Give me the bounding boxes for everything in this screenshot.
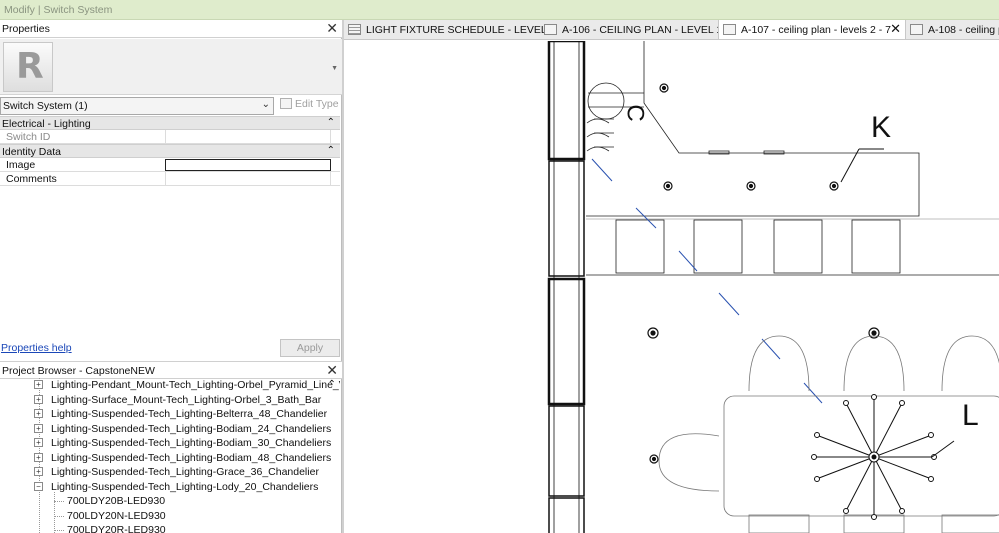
tree-item-label: Lighting-Suspended-Tech_Lighting-Bodiam_… [51,422,332,435]
expand-icon[interactable]: + [34,467,43,476]
property-row-image: Image [0,158,340,172]
project-browser-tree[interactable]: ⌃ + Lighting-Pendant_Mount-Tech_Lighting-… [0,378,340,533]
project-browser-title: Project Browser - CapstoneNEW [2,365,155,377]
view-tabbar: LIGHT FIXTURE SCHEDULE - LEVEL 1 A-106 -… [344,20,999,40]
group-electrical-lighting[interactable]: Electrical - Lighting ⌃ [0,116,340,130]
drawing-canvas[interactable]: C K L [344,41,999,533]
tree-connector [54,515,64,517]
switch-id-field[interactable] [165,130,331,144]
collapse-icon[interactable]: ⌃ [327,145,335,156]
edit-type-label: Edit Type [295,98,339,110]
left-dock: Properties ✕ R ▼ Switch System (1) ⌄ Edi… [0,20,342,533]
edit-type-icon [280,98,292,109]
property-row-switch-id: Switch ID [0,130,340,144]
tab-a107[interactable]: A-107 - ceiling plan - levels 2 - 7 ✕ [718,20,906,39]
tree-leaf-label: 700LDY20R-LED930 [67,524,166,533]
tab-a106[interactable]: A-106 - CEILING PLAN - LEVEL 1 [540,20,722,39]
properties-title: Properties [2,23,50,35]
group-identity-data[interactable]: Identity Data ⌃ [0,144,340,158]
tree-leaf-label: 700LDY20N-LED930 [67,509,166,522]
tree-item-label: Lighting-Suspended-Tech_Lighting-Belterr… [51,408,328,420]
close-tab-icon[interactable]: ✕ [890,21,901,37]
tree-connector [54,530,64,531]
comments-field[interactable] [165,172,331,186]
ceiling-plan-drawing[interactable] [344,41,999,533]
sheet-icon [544,24,557,35]
ceiling-bulkhead [586,41,999,276]
expand-icon[interactable]: + [34,452,43,462]
group-label: Electrical - Lighting [2,118,91,130]
switch-leg-lines [591,158,823,404]
window-titlebar: Modify | Switch System [0,0,999,20]
tree-item-label: Lighting-Pendant_Mount-Tech_Lighting-Orb… [51,379,340,391]
close-icon[interactable]: ✕ [326,362,338,379]
apply-button[interactable]: Apply [280,339,340,357]
close-icon[interactable]: ✕ [326,20,338,37]
tree-leaf-label: 700LDY20B-LED930 [67,495,166,507]
window-title: Modify | Switch System [4,4,113,16]
furniture [658,335,999,533]
property-name: Comments [6,173,57,185]
collapse-icon[interactable]: − [34,481,43,491]
project-browser-header: Project Browser - CapstoneNEW ✕ [0,361,342,379]
expand-icon[interactable]: + [34,409,43,418]
type-dropdown-arrow-icon[interactable]: ▼ [331,65,338,72]
tag-c: C [621,104,649,122]
tab-a108[interactable]: A-108 - ceiling p [906,20,999,39]
tab-label: A-106 - CEILING PLAN - LEVEL 1 [562,24,723,36]
chevron-down-icon: ⌄ [261,99,270,110]
tree-guide [54,492,55,533]
sheet-icon [910,24,923,35]
type-selector-value: Switch System (1) [3,100,88,112]
tree-item-label: Lighting-Suspended-Tech_Lighting-Grace_3… [51,466,319,478]
tree-item-label: Lighting-Surface_Mount-Tech_Lighting-Orb… [51,393,322,406]
properties-header: Properties ✕ [0,20,342,38]
tab-label: A-108 - ceiling p [928,24,999,36]
collapse-icon[interactable]: ⌃ [327,117,335,128]
wall-mullions [547,41,586,533]
tag-l: L [962,399,979,432]
tree-item-label: Lighting-Suspended-Tech_Lighting-Lody_20… [51,480,319,493]
tree-item-label: Lighting-Suspended-Tech_Lighting-Bodiam_… [51,437,332,449]
schedule-icon [348,24,361,35]
type-selector[interactable]: Switch System (1) ⌄ [0,97,274,115]
property-name: Image [6,159,36,171]
expand-icon[interactable]: + [34,423,43,433]
group-label: Identity Data [2,146,61,158]
expand-icon[interactable]: + [34,380,43,389]
property-row-comments: Comments [0,172,340,186]
tree-connector [54,501,64,502]
tab-label: LIGHT FIXTURE SCHEDULE - LEVEL 1 [366,24,556,36]
downlights [647,83,880,464]
chandelier-l [811,394,937,520]
expand-icon[interactable]: + [34,438,43,447]
tag-k: K [871,111,892,144]
revit-logo-icon: R [3,42,53,92]
properties-help-link[interactable]: Properties help [1,342,72,354]
property-name: Switch ID [6,131,51,143]
tab-light-fixture-schedule[interactable]: LIGHT FIXTURE SCHEDULE - LEVEL 1 [344,20,555,39]
sheet-icon [723,24,736,35]
tab-label: A-107 - ceiling plan - levels 2 - 7 [741,24,891,36]
edit-type-button[interactable]: Edit Type [280,98,339,110]
type-preview: R ▼ [0,39,342,95]
type-selector-row: Switch System (1) ⌄ Edit Type [0,96,342,116]
tree-item-label: Lighting-Suspended-Tech_Lighting-Bodiam_… [51,451,332,464]
expand-icon[interactable]: + [34,394,43,404]
image-field[interactable] [165,159,331,171]
